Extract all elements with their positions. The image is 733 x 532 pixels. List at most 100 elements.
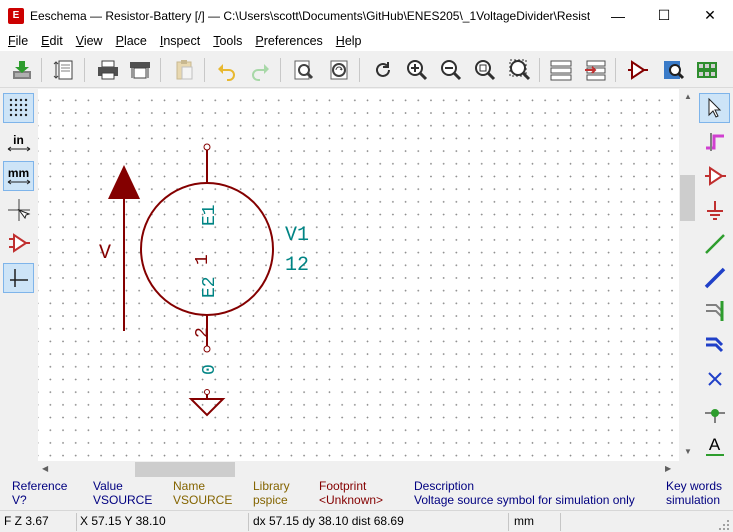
- units-mm-button[interactable]: mm: [3, 161, 34, 191]
- add-junction-icon: [704, 409, 725, 423]
- info-name-value: VSOURCE: [173, 493, 233, 507]
- toolbar-separator: [615, 58, 616, 82]
- info-description: Description Voltage source symbol for si…: [414, 479, 635, 507]
- zoom-in-icon[interactable]: [403, 56, 431, 84]
- horizontal-scrollbar[interactable]: ◀ ▶: [38, 461, 679, 478]
- line-mode-icon: [9, 269, 28, 287]
- scroll-up-icon[interactable]: ▲: [684, 92, 692, 101]
- pin-1-endpoint[interactable]: [203, 143, 211, 151]
- toolbar-separator: [539, 58, 540, 82]
- menu-help-mnemonic: H: [335, 34, 345, 48]
- toolbar-separator: [41, 58, 42, 82]
- add-junction-button[interactable]: [699, 398, 730, 428]
- paste-icon[interactable]: [170, 56, 198, 84]
- menu-place-mnemonic: P: [115, 34, 124, 48]
- scroll-right-icon[interactable]: ▶: [665, 464, 671, 473]
- maximize-button[interactable]: ☐: [641, 0, 687, 31]
- add-symbol-button[interactable]: [699, 161, 730, 191]
- zoom-selection-icon[interactable]: [505, 56, 533, 84]
- no-connect-button[interactable]: [699, 364, 730, 394]
- select-tool-button[interactable]: [699, 93, 730, 123]
- hidden-pins-icon: [8, 233, 30, 253]
- highlight-net-icon: [705, 133, 724, 151]
- add-power-icon: [706, 201, 723, 220]
- minimize-button[interactable]: —: [595, 0, 641, 31]
- info-reference-label: Reference: [12, 479, 68, 493]
- menu-tools[interactable]: Tools: [205, 31, 247, 51]
- menu-place[interactable]: Place: [108, 31, 152, 51]
- zoom-fit-icon[interactable]: [471, 56, 499, 84]
- toolbar-separator: [84, 58, 85, 82]
- page-settings-icon[interactable]: [51, 56, 79, 84]
- horizontal-scroll-thumb[interactable]: [135, 462, 235, 477]
- info-value: Value VSOURCE: [93, 479, 152, 507]
- pin-1-number: 1: [193, 254, 213, 265]
- reference-text[interactable]: V1: [285, 224, 309, 247]
- pin-2-endpoint[interactable]: [203, 345, 211, 353]
- plot-icon[interactable]: [126, 56, 154, 84]
- info-description-value: Voltage source symbol for simulation onl…: [414, 493, 635, 507]
- zoom-out-icon[interactable]: [437, 56, 465, 84]
- find-replace-icon[interactable]: [325, 56, 353, 84]
- menu-view-mnemonic: V: [75, 34, 84, 48]
- add-bus-button[interactable]: [699, 263, 730, 293]
- status-divider: [76, 513, 77, 531]
- units-mm-label: mm: [7, 166, 30, 180]
- menu-file[interactable]: File: [0, 31, 33, 51]
- hidden-pins-button[interactable]: [3, 228, 34, 258]
- no-connect-icon: [707, 372, 722, 386]
- print-icon[interactable]: [94, 56, 122, 84]
- bus-bus-entry-button[interactable]: [699, 330, 730, 360]
- toolbar-separator: [280, 58, 281, 82]
- info-library: Library pspice: [253, 479, 290, 507]
- wire-bus-entry-button[interactable]: [699, 296, 730, 326]
- menu-help-label: elp: [344, 34, 362, 48]
- save-icon[interactable]: [8, 56, 36, 84]
- bus-bus-entry-icon: [705, 337, 723, 353]
- line-mode-button[interactable]: [3, 263, 34, 293]
- grid-toggle-button[interactable]: [3, 93, 34, 123]
- info-keywords: Key words simulation: [666, 479, 722, 507]
- status-units: mm: [514, 514, 534, 528]
- add-power-button[interactable]: [699, 195, 730, 225]
- scroll-down-icon[interactable]: ▼: [684, 447, 692, 456]
- resize-grip-icon[interactable]: [718, 519, 730, 531]
- full-cursor-button[interactable]: [3, 195, 34, 225]
- units-inches-button[interactable]: in: [3, 128, 34, 158]
- menu-view[interactable]: View: [68, 31, 108, 51]
- double-arrow-icon: [7, 179, 30, 185]
- vertical-scrollbar[interactable]: ▲ ▼: [679, 89, 696, 461]
- highlight-net-button[interactable]: [699, 127, 730, 157]
- info-reference-value: V?: [12, 493, 27, 507]
- refresh-icon[interactable]: [369, 56, 397, 84]
- add-wire-button[interactable]: [699, 229, 730, 259]
- footprint-assign-icon[interactable]: [693, 56, 721, 84]
- undo-icon[interactable]: [213, 56, 241, 84]
- status-divider: [560, 513, 561, 531]
- hierarchy-navigator-icon[interactable]: [547, 56, 575, 84]
- menu-help[interactable]: Help: [328, 31, 367, 51]
- info-name-label: Name: [173, 479, 206, 493]
- info-keywords-value: simulation: [666, 493, 721, 507]
- redo-icon[interactable]: [246, 56, 274, 84]
- vertical-scroll-thumb[interactable]: [680, 175, 695, 221]
- menu-preferences-label: references: [263, 34, 323, 48]
- find-icon[interactable]: [289, 56, 317, 84]
- right-toolbar: A: [697, 89, 733, 461]
- add-wire-icon: [704, 234, 725, 254]
- symbol-browser-icon[interactable]: [659, 56, 687, 84]
- menu-tools-label: ools: [219, 34, 243, 48]
- symbol-editor-icon[interactable]: [624, 56, 652, 84]
- schematic-canvas[interactable]: V 1 E1 E2 2 V1 12 0: [38, 89, 679, 461]
- value-text[interactable]: 12: [285, 254, 309, 277]
- ground-symbol[interactable]: [188, 398, 226, 417]
- menu-preferences-mnemonic: P: [255, 34, 264, 48]
- menu-edit-label: dit: [49, 34, 63, 48]
- scroll-left-icon[interactable]: ◀: [42, 464, 48, 473]
- menu-inspect[interactable]: Inspect: [152, 31, 205, 51]
- leave-sheet-icon[interactable]: [581, 56, 609, 84]
- close-button[interactable]: ✕: [687, 0, 733, 31]
- menu-preferences[interactable]: Preferences: [247, 31, 327, 51]
- add-label-button[interactable]: A: [699, 431, 730, 461]
- menu-edit[interactable]: Edit: [33, 31, 68, 51]
